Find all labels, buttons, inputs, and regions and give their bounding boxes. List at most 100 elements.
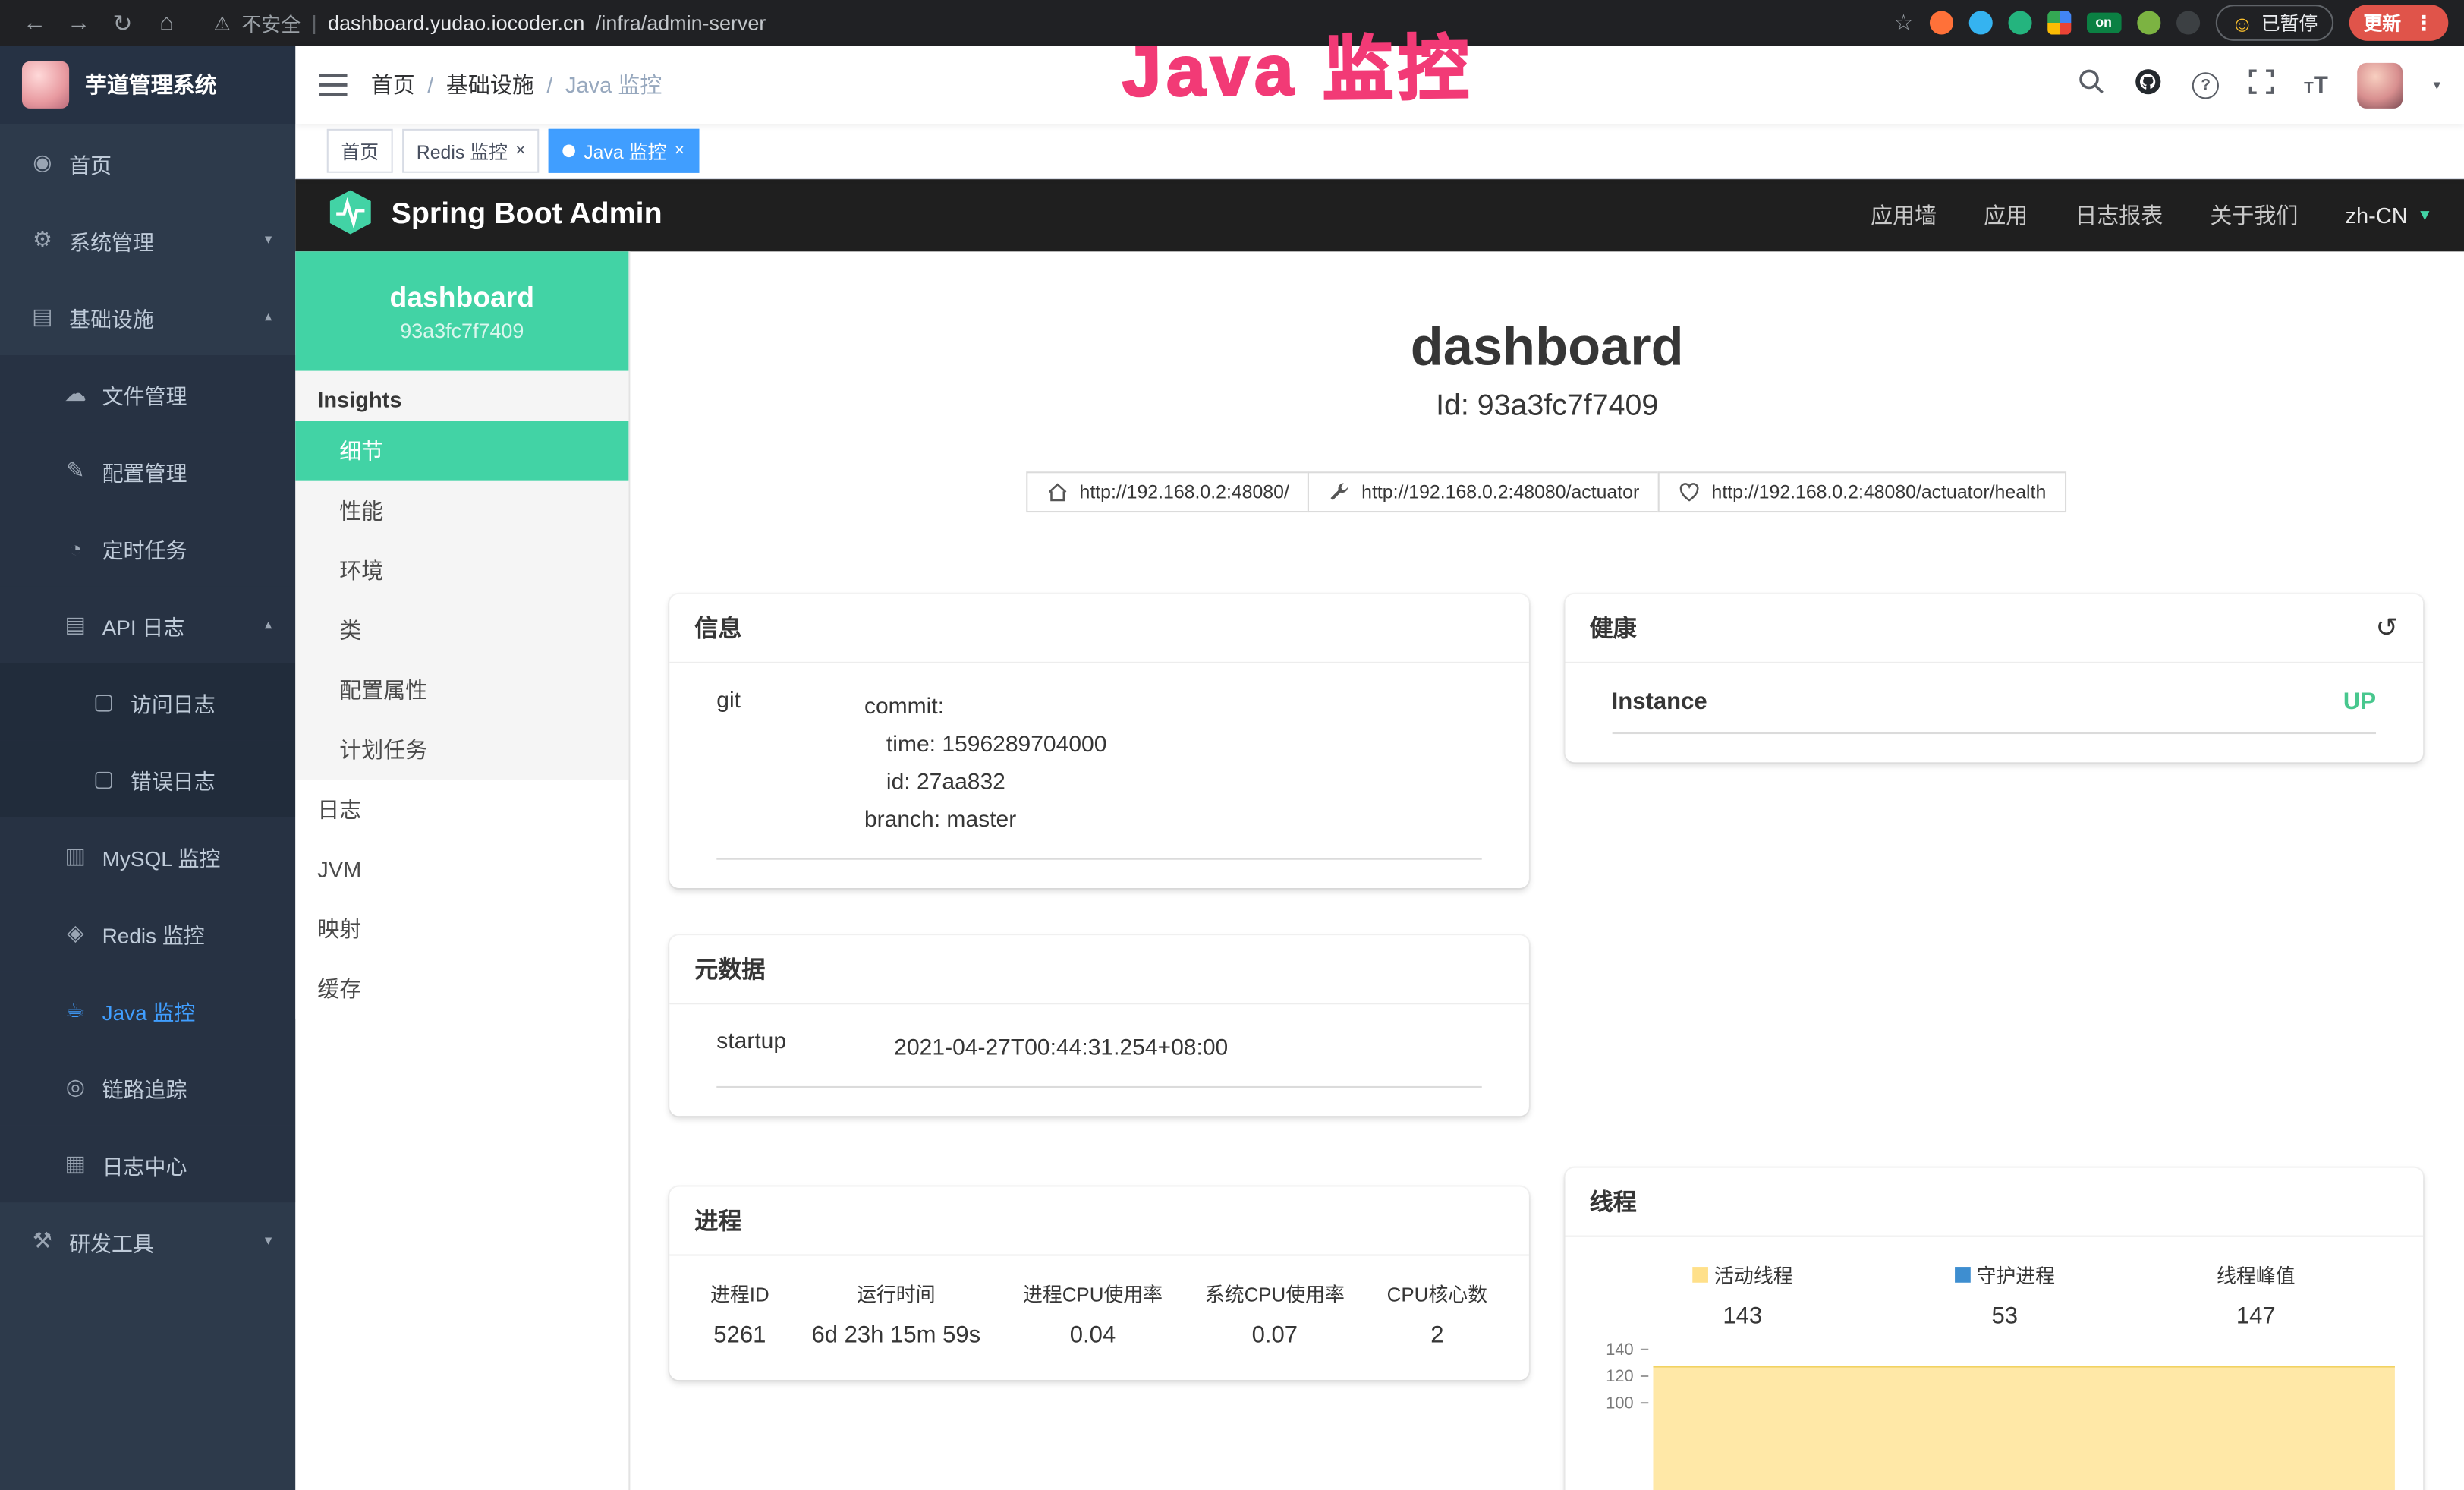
threads-card: 线程 活动线程 143 守护进程 53 <box>1564 1168 2423 1490</box>
sidebar-item-label: 配置管理 <box>102 455 187 486</box>
avatar[interactable] <box>2358 62 2403 108</box>
fullscreen-icon[interactable] <box>2249 68 2274 101</box>
instance-health-row[interactable]: Instance UP <box>1612 688 2376 734</box>
threads-legend: 活动线程 143 守护进程 53 线程峰值 <box>1564 1237 2423 1330</box>
sidebar-item-dev-tools[interactable]: ⚒ 研发工具 ▾ <box>0 1202 295 1279</box>
metadata-card-title: 元数据 <box>669 935 1528 1004</box>
font-size-icon[interactable]: TT <box>2304 71 2328 98</box>
home-icon[interactable]: ⌂ <box>148 9 186 36</box>
sidebar-item-label: 日志中心 <box>102 1148 187 1180</box>
github-icon[interactable] <box>2135 67 2163 103</box>
sba-item-metrics[interactable]: 性能 <box>295 481 628 541</box>
service-url-link[interactable]: http://192.168.0.2:48080/ <box>1026 471 1310 512</box>
health-url-link[interactable]: http://192.168.0.2:48080/actuator/health <box>1658 471 2066 512</box>
link-label: http://192.168.0.2:48080/actuator/health <box>1712 481 2047 503</box>
sba-nav-applications[interactable]: 应用 <box>1984 200 2028 231</box>
profile-paused-pill[interactable]: ☺ 已暂停 <box>2215 5 2333 41</box>
sba-app-name: dashboard <box>390 281 535 313</box>
sba-item-caches[interactable]: 缓存 <box>295 959 628 1019</box>
sidebar-item-trace[interactable]: ◎ 链路追踪 <box>0 1048 295 1125</box>
sba-item-environment[interactable]: 环境 <box>295 540 628 600</box>
sba-item-classes[interactable]: 类 <box>295 600 628 660</box>
security-label[interactable]: 不安全 <box>241 8 301 37</box>
screen: ← → ↻ ⌂ ⚠ 不安全 | dashboard.yudao.iocoder.… <box>0 0 2464 1490</box>
sidebar-item-home[interactable]: ◉ 首页 <box>0 124 295 201</box>
actuator-url-link[interactable]: http://192.168.0.2:48080/actuator <box>1308 471 1660 512</box>
extension-icon-leaf[interactable] <box>2137 11 2160 34</box>
tools-icon: ⚒ <box>30 1227 55 1254</box>
breadcrumb-home[interactable]: 首页 <box>371 69 415 100</box>
extension-icon-v[interactable] <box>2008 11 2031 34</box>
sba-item-logs[interactable]: 日志 <box>295 780 628 840</box>
tag-java-monitor[interactable]: Java 监控 × <box>549 129 699 173</box>
sidebar-item-redis-monitor[interactable]: ◈ Redis 监控 <box>0 894 295 971</box>
sidebar-item-error-logs[interactable]: ▢ 错误日志 <box>0 740 295 817</box>
address-bar[interactable]: ⚠ 不安全 | dashboard.yudao.iocoder.cn /infr… <box>214 8 1888 37</box>
process-col-cpu: 进程CPU使用率 0.04 <box>1023 1278 1163 1349</box>
legend-peak-threads: 线程峰值 147 <box>2217 1259 2296 1330</box>
sba-section-label: Insights <box>295 371 628 421</box>
extension-icon-dark[interactable] <box>2176 11 2199 34</box>
help-icon[interactable]: ? <box>2192 71 2219 98</box>
sidebar-item-label: 研发工具 <box>69 1225 154 1256</box>
y-axis-tick: 120 <box>1580 1368 1633 1387</box>
sba-app-id: 93a3fc7f7409 <box>400 318 524 342</box>
breadcrumb-infrastructure[interactable]: 基础设施 <box>446 69 534 100</box>
avatar-caret-icon[interactable]: ▾ <box>2434 76 2440 93</box>
home-icon <box>1046 481 1068 503</box>
back-icon[interactable]: ← <box>16 9 54 36</box>
sidebar-item-mysql-monitor[interactable]: ▥ MySQL 监控 <box>0 817 295 894</box>
tag-label: Redis 监控 <box>417 137 508 164</box>
history-icon[interactable]: ↺ <box>2376 613 2399 644</box>
kebab-menu-icon[interactable]: ⋮ <box>2414 10 2434 35</box>
reload-icon[interactable]: ↻ <box>104 8 142 36</box>
navbar-icons: ? TT ▾ <box>2078 62 2440 108</box>
app-logo-row[interactable]: 芋道管理系统 <box>0 46 295 124</box>
sidebar-item-label: 基础设施 <box>69 301 154 332</box>
sba-nav-wallboard[interactable]: 应用墙 <box>1871 200 1937 231</box>
sba-brand[interactable]: Spring Boot Admin <box>392 198 662 233</box>
threads-chart: 140 120 100 <box>1564 1349 2423 1475</box>
close-icon[interactable]: × <box>675 142 684 159</box>
close-icon[interactable]: × <box>515 142 525 159</box>
clock-icon: ◔ <box>63 535 88 560</box>
extension-icon-fox[interactable] <box>1929 11 1953 34</box>
sidebar-item-system-management[interactable]: ⚙ 系统管理 ▾ <box>0 201 295 278</box>
sba-locale-select[interactable]: zh-CN ▼ <box>2346 203 2433 228</box>
sidebar-item-access-logs[interactable]: ▢ 访问日志 <box>0 663 295 740</box>
search-icon[interactable] <box>2078 68 2104 102</box>
sidebar-item-config-management[interactable]: ✎ 配置管理 <box>0 432 295 509</box>
hamburger-icon[interactable] <box>319 72 347 97</box>
locale-label: zh-CN <box>2346 203 2408 228</box>
sidebar-item-file-management[interactable]: ☁ 文件管理 <box>0 355 295 432</box>
sidebar-item-api-logs[interactable]: ▤ API 日志 ▴ <box>0 586 295 663</box>
app-logo <box>22 61 69 109</box>
sba-item-config-props[interactable]: 配置属性 <box>295 660 628 720</box>
sba-logo-icon[interactable] <box>327 187 374 242</box>
sba-nav-about[interactable]: 关于我们 <box>2210 200 2298 231</box>
sidebar-item-infrastructure[interactable]: ▤ 基础设施 ▴ <box>0 279 295 355</box>
sba-app-block[interactable]: dashboard 93a3fc7f7409 <box>295 251 628 370</box>
tags-view: 首页 Redis 监控 × Java 监控 × <box>295 124 2464 179</box>
admin-sidebar: 芋道管理系统 ◉ 首页 ⚙ 系统管理 ▾ ▤ 基础设施 ▴ ☁ 文件管理 ✎ <box>0 46 295 1490</box>
sba-item-jvm[interactable]: JVM <box>295 840 628 899</box>
extension-on-badge[interactable]: on <box>2086 13 2121 33</box>
sba-nav-journal[interactable]: 日志报表 <box>2075 200 2163 231</box>
sba-item-mappings[interactable]: 映射 <box>295 899 628 959</box>
sidebar-item-label: 系统管理 <box>69 224 154 255</box>
sba-item-scheduled-tasks[interactable]: 计划任务 <box>295 720 628 780</box>
bookmark-star-icon[interactable]: ☆ <box>1894 9 1914 36</box>
forward-icon[interactable]: → <box>60 9 98 36</box>
chevron-down-icon: ▾ <box>265 1233 272 1250</box>
extension-grid-icon[interactable] <box>2047 11 2071 34</box>
sba-item-details[interactable]: 细节 <box>295 421 628 481</box>
sidebar-item-java-monitor[interactable]: ☕ Java 监控 <box>0 972 295 1048</box>
gear-icon: ⚙ <box>30 226 55 253</box>
browser-update-button[interactable]: 更新 ⋮ <box>2349 5 2448 41</box>
process-card: 进程 进程ID 5261 运行时间 6d 23h 15m 5 <box>669 1186 1528 1380</box>
extension-icon-drop[interactable] <box>1968 11 1992 34</box>
tag-redis-monitor[interactable]: Redis 监控 × <box>402 129 540 173</box>
tag-home[interactable]: 首页 <box>327 129 393 173</box>
sidebar-item-scheduled-tasks[interactable]: ◔ 定时任务 <box>0 509 295 586</box>
sidebar-item-log-center[interactable]: ▦ 日志中心 <box>0 1126 295 1202</box>
